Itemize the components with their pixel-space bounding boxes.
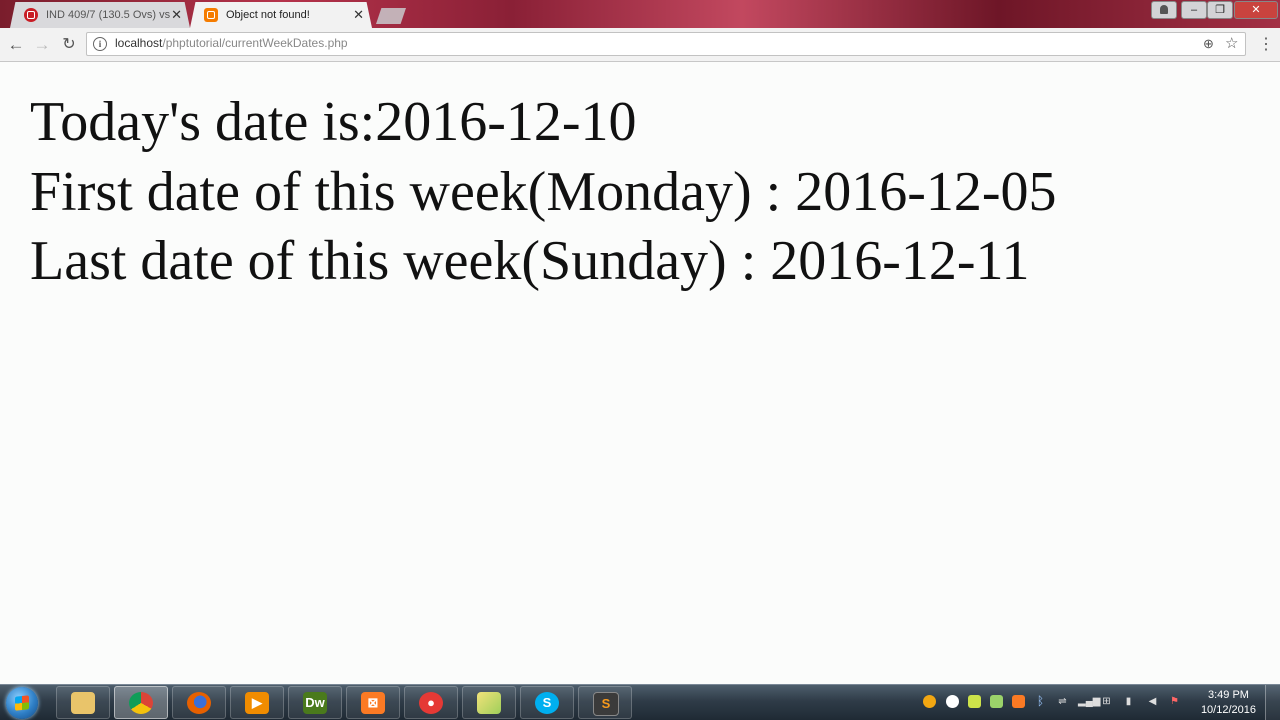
tray-app-icon[interactable] (923, 695, 936, 708)
site-info-icon[interactable]: i (93, 37, 107, 51)
tab-object-not-found[interactable]: Object not found! ✕ (190, 2, 372, 28)
clock-time: 3:49 PM (1207, 689, 1249, 701)
todays-date-text: Today's date is:2016-12-10 (30, 91, 637, 153)
zoom-icon[interactable]: ⊕ (1203, 36, 1214, 52)
tray-camera-icon[interactable] (946, 695, 959, 708)
user-profile-icon[interactable] (1151, 1, 1177, 19)
url-path: /phptutorial/currentWeekDates.php (162, 36, 348, 50)
forward-icon[interactable]: → (31, 34, 53, 56)
firefox-icon (187, 692, 211, 714)
bluetooth-icon[interactable]: ᛒ (1034, 695, 1047, 708)
bookmark-star-icon[interactable]: ☆ (1225, 34, 1238, 52)
cricinfo-icon (24, 8, 38, 22)
skype-icon: S (535, 692, 559, 714)
browser-titlebar: IND 409/7 (130.5 Ovs) vs ✕ Object not fo… (0, 0, 1280, 28)
xampp-icon: ⊠ (361, 692, 385, 714)
volume-icon[interactable]: ◀ (1146, 695, 1159, 708)
tray-folder-icon[interactable] (968, 695, 981, 708)
tab-close-icon[interactable]: ✕ (171, 2, 182, 28)
start-button[interactable] (6, 687, 38, 719)
tab-title: IND 409/7 (130.5 Ovs) vs (46, 9, 171, 21)
page-content: Today's date is:2016-12-10 First date of… (0, 62, 1280, 684)
minimize-button[interactable]: ‒ (1181, 1, 1207, 19)
taskbar-sublime-text[interactable]: S (578, 686, 632, 719)
tab-cricket-score[interactable]: IND 409/7 (130.5 Ovs) vs ✕ (10, 2, 190, 28)
taskbar-chrome[interactable] (114, 686, 168, 719)
back-icon[interactable]: ← (5, 34, 27, 56)
url-host: localhost (115, 36, 163, 50)
taskbar-skype[interactable]: S (520, 686, 574, 719)
windows-taskbar: ▶ Dw ⊠ ● S S ᛒ ⇌ ▂▄▆ ⊞ ▮ ◀ ⚑ 3:49 PM 10/… (0, 684, 1280, 720)
usb-icon[interactable]: ⇌ (1056, 695, 1069, 708)
taskbar-folder-app[interactable] (462, 686, 516, 719)
dreamweaver-icon: Dw (303, 692, 327, 714)
system-clock[interactable]: 3:49 PM 10/12/2016 (1201, 688, 1256, 718)
close-window-button[interactable]: ✕ (1234, 1, 1278, 19)
reload-icon[interactable]: ↻ (58, 34, 80, 56)
tab-title: Object not found! (226, 9, 310, 21)
tray-sync-icon[interactable] (990, 695, 1003, 708)
action-center-flag-icon[interactable]: ⚑ (1168, 695, 1181, 708)
tray-xampp-icon[interactable] (1012, 695, 1025, 708)
folder-sync-icon (477, 692, 501, 714)
chrome-icon (129, 692, 153, 714)
signal-bars-icon[interactable]: ▂▄▆ (1078, 695, 1100, 708)
week-first-date-text: First date of this week(Monday) : 2016-1… (30, 161, 1057, 223)
taskbar-camera-app[interactable]: ● (404, 686, 458, 719)
taskbar-xampp[interactable]: ⊠ (346, 686, 400, 719)
xampp-icon (204, 8, 218, 22)
sublime-text-icon: S (593, 692, 619, 716)
camera-icon: ● (419, 692, 443, 714)
media-player-icon: ▶ (245, 692, 269, 714)
folder-icon (71, 692, 95, 714)
network-icon[interactable]: ⊞ (1100, 695, 1113, 708)
restore-button[interactable]: ❐ (1207, 1, 1233, 19)
battery-icon[interactable]: ▮ (1122, 695, 1135, 708)
address-bar[interactable]: i localhost/phptutorial/currentWeekDates… (86, 32, 1246, 56)
new-tab-button[interactable] (376, 8, 406, 24)
tab-close-icon[interactable]: ✕ (353, 2, 364, 28)
address-url[interactable]: localhost/phptutorial/currentWeekDates.p… (115, 36, 348, 50)
clock-date: 10/12/2016 (1200, 704, 1256, 716)
taskbar-media-player[interactable]: ▶ (230, 686, 284, 719)
taskbar-dreamweaver[interactable]: Dw (288, 686, 342, 719)
taskbar-file-explorer[interactable] (56, 686, 110, 719)
browser-toolbar: ← → ↻ i localhost/phptutorial/currentWee… (0, 28, 1280, 62)
show-desktop-button[interactable] (1265, 685, 1280, 720)
chrome-menu-icon[interactable]: ⋮ (1258, 34, 1274, 54)
taskbar-firefox[interactable] (172, 686, 226, 719)
week-last-date-text: Last date of this week(Sunday) : 2016-12… (30, 230, 1030, 292)
